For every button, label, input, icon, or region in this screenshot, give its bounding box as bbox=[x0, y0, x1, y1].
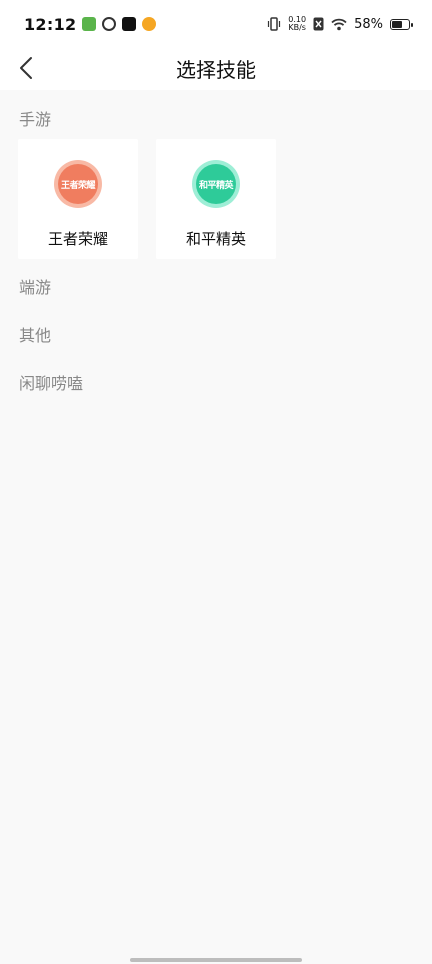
app-notification-icon bbox=[102, 17, 117, 31]
battery-percent: 58% bbox=[354, 16, 383, 32]
weibo-icon bbox=[142, 17, 157, 31]
status-left: 12:12 bbox=[24, 14, 157, 34]
page-title: 选择技能 bbox=[176, 58, 256, 82]
home-indicator[interactable] bbox=[130, 958, 302, 962]
skill-badge-text: 和平精英 bbox=[198, 180, 234, 191]
honor-of-kings-icon: 王者荣耀 bbox=[54, 160, 102, 208]
skill-card-honor-of-kings[interactable]: 王者荣耀 王者荣耀 bbox=[18, 139, 138, 259]
skill-name: 王者荣耀 bbox=[47, 230, 108, 248]
section-mobile-games: 手游 bbox=[19, 110, 52, 129]
network-speed: 0.10 KB/s bbox=[288, 16, 306, 32]
vibrate-icon bbox=[268, 17, 281, 31]
battery-icon bbox=[390, 18, 413, 30]
skill-badge-text: 王者荣耀 bbox=[60, 180, 96, 191]
skill-card-peace-elite[interactable]: 和平精英 和平精英 bbox=[156, 139, 276, 259]
skill-name: 和平精英 bbox=[185, 230, 246, 248]
section-other: 其他 bbox=[19, 326, 52, 345]
wifi-icon bbox=[331, 18, 347, 30]
network-speed-unit: KB/s bbox=[288, 23, 306, 32]
status-right: 0.10 KB/s 58% bbox=[267, 16, 413, 32]
app-notification-icon bbox=[82, 17, 97, 31]
section-chat: 闲聊唠嗑 bbox=[19, 374, 84, 393]
section-pc-games: 端游 bbox=[19, 278, 52, 297]
status-time: 12:12 bbox=[24, 14, 77, 34]
peace-elite-icon: 和平精英 bbox=[192, 160, 240, 208]
skill-grid: 王者荣耀 王者荣耀 和平精英 和平精英 bbox=[18, 139, 276, 259]
nav-bar: 选择技能 bbox=[0, 48, 432, 90]
no-sim-icon bbox=[313, 17, 324, 31]
tiktok-icon bbox=[122, 17, 137, 31]
status-bar: 12:12 0.10 KB/s 58% bbox=[0, 0, 432, 48]
